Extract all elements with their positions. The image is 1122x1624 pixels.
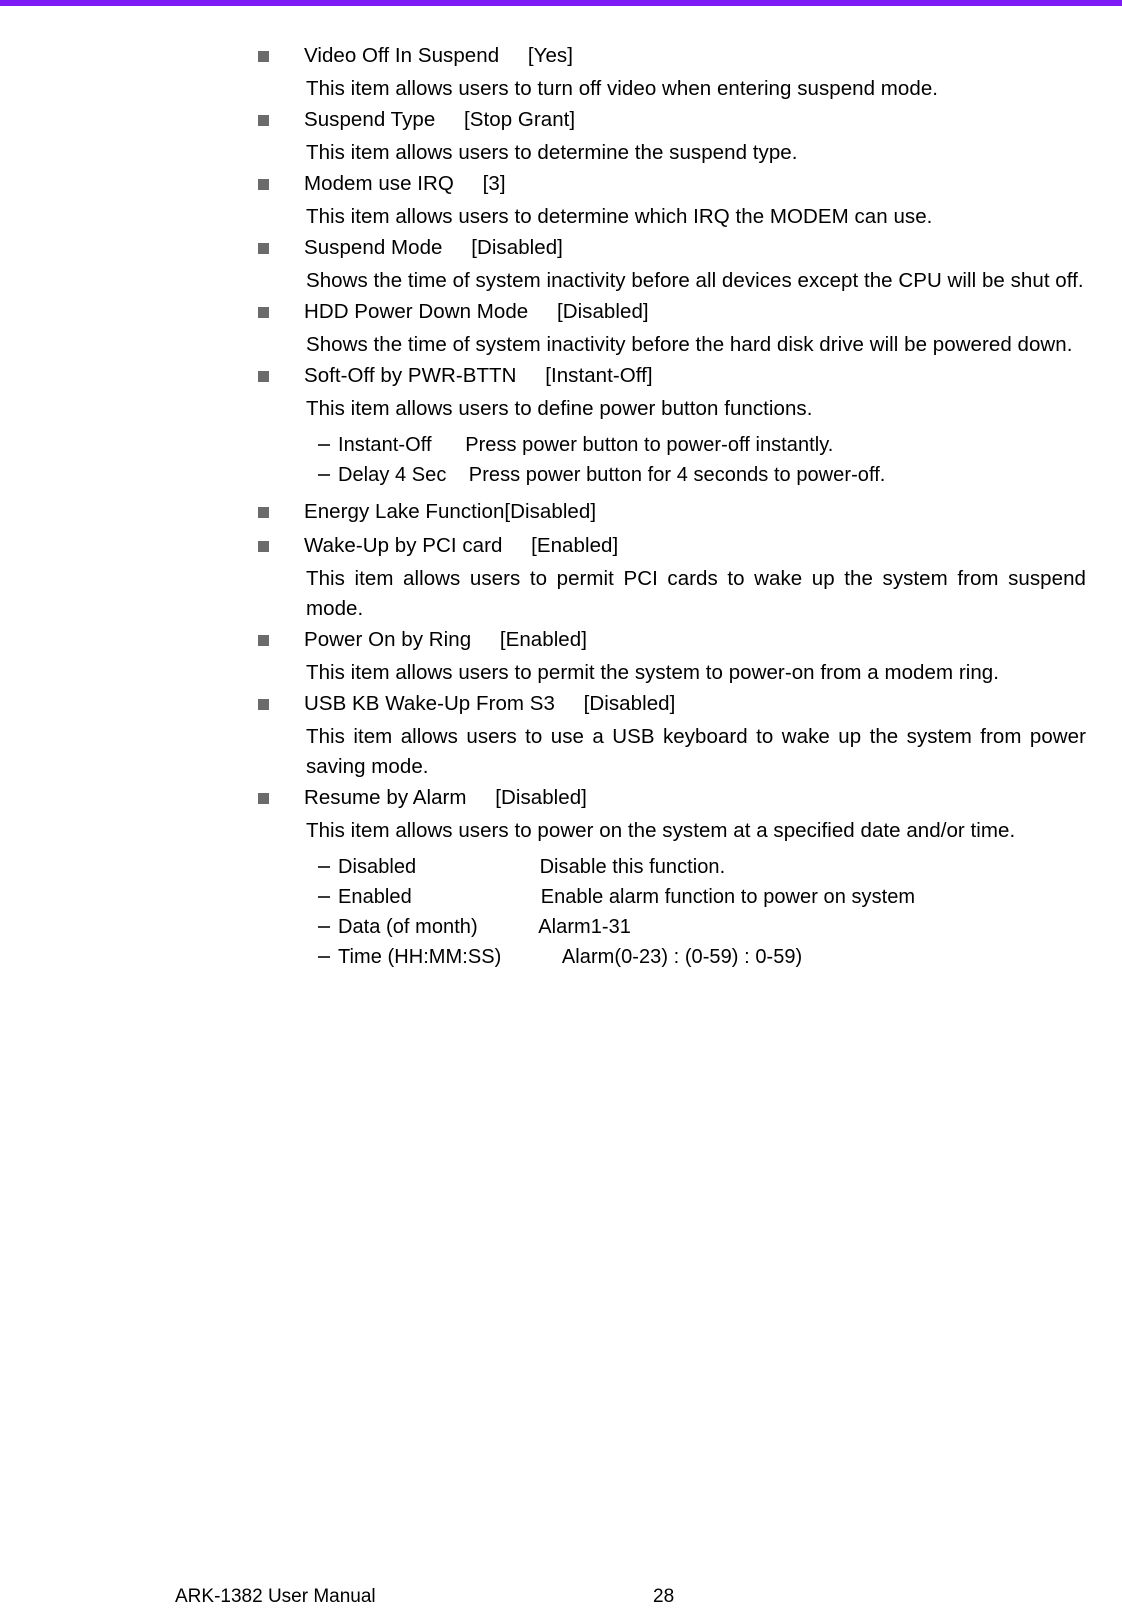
square-bullet-icon <box>258 243 269 254</box>
square-bullet-icon <box>258 635 269 646</box>
dash-bullet-icon <box>318 896 330 898</box>
option-description: This item allows users to turn off video… <box>306 77 939 100</box>
sublist-item-label: Instant-Off Press power button to power-… <box>338 434 834 456</box>
square-bullet-icon <box>258 699 269 710</box>
option-title: Modem use IRQ [3] <box>304 172 506 195</box>
square-bullet-icon <box>258 507 269 518</box>
option-title: Power On by Ring [Enabled] <box>304 628 587 651</box>
option-description: Shows the time of system inactivity befo… <box>306 333 1073 356</box>
sublist-item: Time (HH:MM:SS) Alarm(0-23) : (0-59) : 0… <box>254 942 1086 972</box>
option-sublist: Disabled Disable this function. Enabled E… <box>254 852 1086 972</box>
square-bullet-icon <box>258 793 269 804</box>
dash-bullet-icon <box>318 474 330 476</box>
sublist-item-label: Data (of month) Alarm1-31 <box>338 916 631 938</box>
option-title: Soft-Off by PWR-BTTN [Instant-Off] <box>304 364 653 387</box>
sublist-item: Disabled Disable this function. <box>254 852 1086 882</box>
square-bullet-icon <box>258 115 269 126</box>
bios-option-entry: Suspend Type [Stop Grant] This item allow… <box>254 104 1086 168</box>
option-description: This item allows users to determine whic… <box>306 205 933 228</box>
option-title: HDD Power Down Mode [Disabled] <box>304 300 649 323</box>
bios-option-entry: Power On by Ring [Enabled] This item allo… <box>254 624 1086 688</box>
bios-option-entry: Suspend Mode [Disabled] Shows the time of… <box>254 232 1086 296</box>
bios-option-entry: Modem use IRQ [3] This item allows users … <box>254 168 1086 232</box>
square-bullet-icon <box>258 371 269 382</box>
dash-bullet-icon <box>318 926 330 928</box>
document-body: Video Off In Suspend [Yes] This item allo… <box>254 40 1086 978</box>
bios-option-entry: HDD Power Down Mode [Disabled] Shows the … <box>254 296 1086 360</box>
sublist-item: Delay 4 Sec Press power button for 4 sec… <box>254 460 1086 490</box>
option-title: USB KB Wake-Up From S3 [Disabled] <box>304 692 676 715</box>
sublist-item: Data (of month) Alarm1-31 <box>254 912 1086 942</box>
bullet-row: Soft-Off by PWR-BTTN [Instant-Off] <box>254 360 1086 394</box>
bios-option-entry: USB KB Wake-Up From S3 [Disabled] This it… <box>254 688 1086 782</box>
bullet-row: HDD Power Down Mode [Disabled] <box>254 296 1086 330</box>
sublist-item: Instant-Off Press power button to power-… <box>254 430 1086 460</box>
option-description: This item allows users to determine the … <box>306 141 798 164</box>
bullet-row: Wake-Up by PCI card [Enabled] <box>254 530 1086 564</box>
option-description: This item allows users to use a USB keyb… <box>306 725 1086 778</box>
sublist-item-label: Time (HH:MM:SS) Alarm(0-23) : (0-59) : 0… <box>338 946 803 968</box>
bios-option-entry: Resume by Alarm [Disabled] This item allo… <box>254 782 1086 978</box>
bullet-row: Suspend Type [Stop Grant] <box>254 104 1086 138</box>
bullet-row: Resume by Alarm [Disabled] <box>254 782 1086 816</box>
option-description: This item allows users to power on the s… <box>306 819 1016 842</box>
footer-page-number: 28 <box>653 1586 675 1607</box>
option-description: This item allows users to permit PCI car… <box>306 567 1086 620</box>
option-title: Wake-Up by PCI card [Enabled] <box>304 534 619 557</box>
page-footer: ARK-1382 User Manual 28 <box>0 1582 1122 1612</box>
bios-option-entry: Soft-Off by PWR-BTTN [Instant-Off] This i… <box>254 360 1086 496</box>
bullet-row: Power On by Ring [Enabled] <box>254 624 1086 658</box>
bullet-row: Energy Lake Function[Disabled] <box>254 496 1086 530</box>
option-title: Video Off In Suspend [Yes] <box>304 44 573 67</box>
sublist-item-label: Delay 4 Sec Press power button for 4 sec… <box>338 464 886 486</box>
bullet-row: Modem use IRQ [3] <box>254 168 1086 202</box>
sublist-item-label: Disabled Disable this function. <box>338 856 726 878</box>
option-description: This item allows users to permit the sys… <box>306 661 999 684</box>
dash-bullet-icon <box>318 866 330 868</box>
square-bullet-icon <box>258 541 269 552</box>
footer-manual-title: ARK-1382 User Manual <box>175 1586 376 1607</box>
option-description: Shows the time of system inactivity befo… <box>306 269 1084 292</box>
option-title: Suspend Mode [Disabled] <box>304 236 563 259</box>
bios-option-entry: Energy Lake Function[Disabled] <box>254 496 1086 530</box>
square-bullet-icon <box>258 307 269 318</box>
bullet-row: Suspend Mode [Disabled] <box>254 232 1086 266</box>
top-accent-bar <box>0 0 1122 6</box>
bullet-row: Video Off In Suspend [Yes] <box>254 40 1086 74</box>
bullet-row: USB KB Wake-Up From S3 [Disabled] <box>254 688 1086 722</box>
dash-bullet-icon <box>318 956 330 958</box>
option-title: Energy Lake Function[Disabled] <box>304 500 597 523</box>
option-title: Suspend Type [Stop Grant] <box>304 108 576 131</box>
option-description: This item allows users to define power b… <box>306 397 813 420</box>
sublist-item-label: Enabled Enable alarm function to power o… <box>338 886 916 908</box>
option-sublist: Instant-Off Press power button to power-… <box>254 430 1086 490</box>
dash-bullet-icon <box>318 444 330 446</box>
option-title: Resume by Alarm [Disabled] <box>304 786 587 809</box>
square-bullet-icon <box>258 179 269 190</box>
square-bullet-icon <box>258 51 269 62</box>
bios-option-entry: Video Off In Suspend [Yes] This item allo… <box>254 40 1086 104</box>
bios-option-entry: Wake-Up by PCI card [Enabled] This item a… <box>254 530 1086 624</box>
sublist-item: Enabled Enable alarm function to power o… <box>254 882 1086 912</box>
